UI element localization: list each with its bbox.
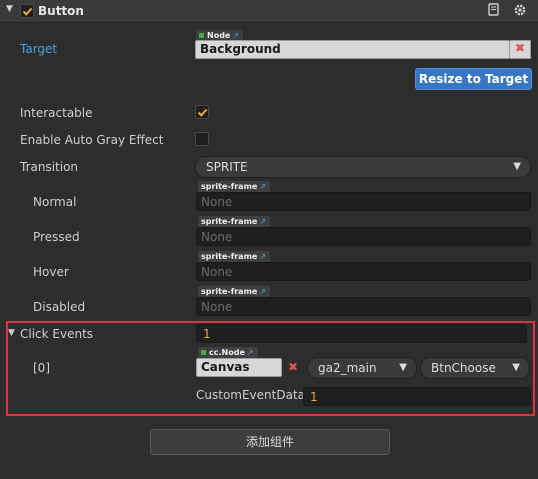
- auto-gray-checkbox[interactable]: [195, 132, 209, 146]
- link-icon[interactable]: ↗: [259, 217, 266, 226]
- sprite-hover-value: None: [201, 265, 233, 279]
- sprite-normal-label: Normal: [33, 195, 77, 209]
- transition-value: SPRITE: [206, 160, 248, 174]
- link-icon[interactable]: ↗: [259, 252, 266, 261]
- event-handler-dropdown[interactable]: BtnChoose ▼: [420, 357, 530, 379]
- node-type-dot: [201, 350, 206, 355]
- event-node-tag: cc.Node ↗: [198, 347, 258, 358]
- event-item-label: [0]: [33, 361, 50, 375]
- node-type-dot: [199, 33, 204, 38]
- event-handler-value: BtnChoose: [431, 361, 496, 375]
- sprite-pressed-tag-text: sprite-frame: [201, 217, 258, 226]
- chevron-down-icon: ▼: [513, 161, 521, 172]
- sprite-pressed-value: None: [201, 230, 233, 244]
- gear-icon[interactable]: [513, 3, 527, 17]
- transition-dropdown[interactable]: SPRITE ▼: [195, 156, 531, 178]
- link-icon[interactable]: ↗: [259, 182, 266, 191]
- sprite-hover-field[interactable]: None: [196, 262, 531, 281]
- target-label: Target: [20, 42, 58, 56]
- component-header: ▼ Button: [0, 0, 538, 23]
- sprite-disabled-tag: sprite-frame ↗: [198, 286, 271, 297]
- add-component-button[interactable]: 添加组件: [150, 429, 390, 455]
- sprite-hover-tag-text: sprite-frame: [201, 252, 258, 261]
- transition-label: Transition: [20, 160, 79, 174]
- resize-to-target-button[interactable]: Resize to Target: [415, 68, 532, 90]
- chevron-down-icon: ▼: [512, 362, 520, 373]
- sprite-pressed-label: Pressed: [33, 230, 80, 244]
- link-icon[interactable]: ↗: [259, 287, 266, 296]
- component-enabled-checkbox[interactable]: [20, 4, 34, 18]
- sprite-normal-field[interactable]: None: [196, 192, 531, 211]
- sprite-normal-tag: sprite-frame ↗: [198, 181, 271, 192]
- target-node-field[interactable]: Background: [195, 40, 510, 59]
- custom-event-data-value: 1: [310, 390, 318, 404]
- click-events-label: Click Events: [20, 327, 94, 341]
- event-component-dropdown[interactable]: ga2_main ▼: [307, 357, 417, 379]
- link-icon[interactable]: ↗: [247, 348, 254, 357]
- sprite-normal-tag-text: sprite-frame: [201, 182, 258, 191]
- click-events-count: 1: [203, 327, 211, 341]
- event-node-tag-text: cc.Node: [209, 348, 245, 357]
- sprite-disabled-value: None: [201, 300, 233, 314]
- component-title: Button: [38, 4, 84, 18]
- sprite-normal-value: None: [201, 195, 233, 209]
- event-component-value: ga2_main: [318, 361, 377, 375]
- event-node-clear-icon[interactable]: ✖: [285, 360, 301, 374]
- collapse-arrow-icon[interactable]: ▼: [6, 4, 13, 14]
- interactable-checkbox[interactable]: [195, 105, 209, 119]
- custom-event-data-field[interactable]: 1: [303, 387, 531, 406]
- sprite-disabled-tag-text: sprite-frame: [201, 287, 258, 296]
- target-clear-icon[interactable]: ✖: [512, 41, 528, 55]
- auto-gray-label: Enable Auto Gray Effect: [20, 133, 164, 147]
- sprite-disabled-label: Disabled: [33, 300, 86, 314]
- event-node-field[interactable]: Canvas: [196, 358, 282, 377]
- sprite-hover-label: Hover: [33, 265, 69, 279]
- sprite-pressed-tag: sprite-frame ↗: [198, 216, 271, 227]
- click-events-count-field[interactable]: 1: [196, 324, 527, 343]
- custom-event-data-label: CustomEventData: [196, 388, 306, 402]
- interactable-label: Interactable: [20, 106, 93, 120]
- button-component-panel: ▼ Button Target Node ↗ Background ✖ Resiz…: [0, 0, 538, 479]
- click-events-collapse-icon[interactable]: ▼: [8, 328, 15, 338]
- chevron-down-icon: ▼: [399, 362, 407, 373]
- sprite-disabled-field[interactable]: None: [196, 297, 531, 316]
- sprite-hover-tag: sprite-frame ↗: [198, 251, 271, 262]
- book-icon[interactable]: [488, 3, 500, 17]
- sprite-pressed-field[interactable]: None: [196, 227, 531, 246]
- target-tag-text: Node: [207, 31, 231, 40]
- link-icon[interactable]: ↗: [232, 31, 239, 40]
